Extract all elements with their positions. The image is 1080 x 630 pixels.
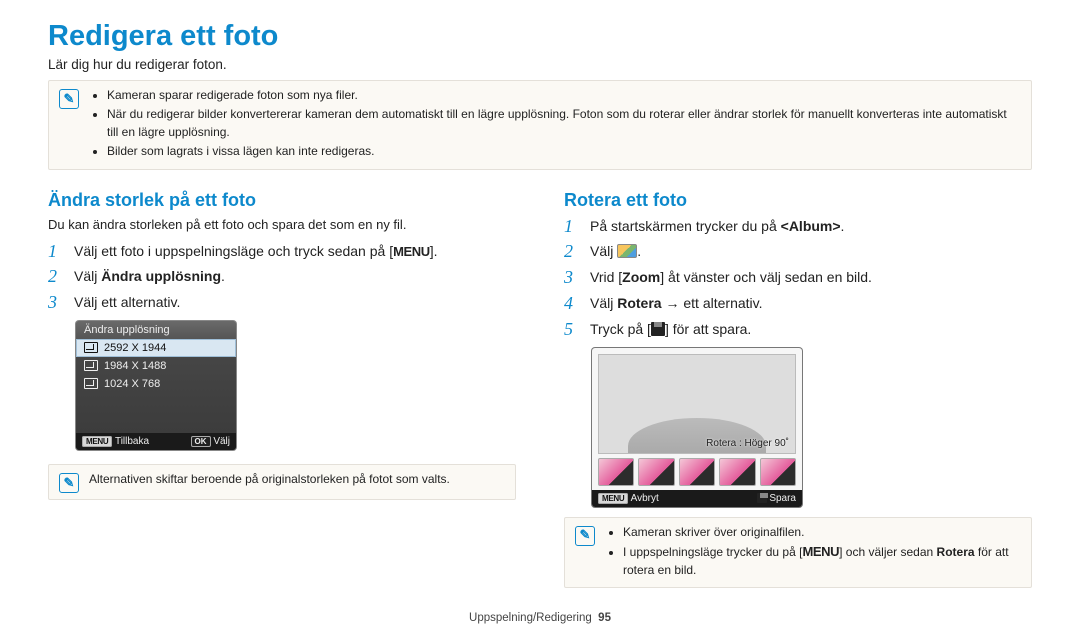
dialog-footer: MENU Avbryt Spara	[592, 490, 802, 507]
rotate-thumbnails	[598, 458, 796, 486]
step-number: 3	[564, 268, 580, 288]
note-icon: ✎	[575, 526, 595, 546]
resize-step-2: Välj Ändra upplösning.	[74, 267, 225, 287]
dialog-footer: MENU Tillbaka OK Välj	[76, 433, 236, 450]
note-icon: ✎	[59, 89, 79, 109]
thumb[interactable]	[679, 458, 715, 486]
page-intro: Lär dig hur du redigerar foton.	[48, 57, 1032, 72]
menu-label: MENU	[802, 544, 839, 559]
rotate-caption: Rotera : Höger 90˚	[706, 438, 789, 449]
resize-sub: Du kan ändra storleken på ett foto och s…	[48, 217, 516, 232]
thumb[interactable]	[719, 458, 755, 486]
resize-step-1: Välj ett foto i uppspelningsläge och try…	[74, 242, 438, 262]
resolution-option[interactable]: 1024 X 768	[76, 375, 236, 393]
thumb[interactable]	[638, 458, 674, 486]
menu-label: MENU	[393, 244, 430, 259]
step-number: 5	[564, 320, 580, 340]
resolution-chip-icon	[84, 378, 98, 389]
rotate-step-4: Välj Rotera → ett alternativ.	[590, 294, 763, 314]
ok-chip-icon: OK	[191, 436, 211, 447]
top-note-item: Kameran sparar redigerade foton som nya …	[107, 87, 1021, 104]
rotate-preview: Rotera : Höger 90˚	[598, 354, 796, 454]
rotate-section: Rotera ett foto 1 På startskärmen trycke…	[564, 190, 1032, 589]
step-number: 2	[48, 267, 64, 287]
save-icon	[757, 493, 767, 503]
resolution-chip-icon	[84, 360, 98, 371]
step-number: 4	[564, 294, 580, 314]
resolution-option[interactable]: 2592 X 1944	[76, 339, 236, 357]
rotate-step-1: På startskärmen trycker du på <Album>.	[590, 217, 844, 237]
note-icon: ✎	[59, 473, 79, 493]
resize-step-3: Välj ett alternativ.	[74, 293, 180, 313]
rotate-step-5: Tryck på [] för att spara.	[590, 320, 751, 340]
resolution-chip-icon	[84, 342, 98, 353]
step-number: 1	[48, 242, 64, 262]
menu-chip-icon: MENU	[82, 436, 112, 447]
top-note-item: Bilder som lagrats i vissa lägen kan int…	[107, 143, 1021, 160]
rotate-note-item: I uppspelningsläge trycker du på [MENU] …	[623, 543, 1021, 579]
rotate-note: ✎ Kameran skriver över originalfilen. I …	[564, 517, 1032, 589]
step-number: 3	[48, 293, 64, 313]
top-note: ✎ Kameran sparar redigerade foton som ny…	[48, 80, 1032, 170]
resolution-option[interactable]: 1984 X 1488	[76, 357, 236, 375]
rotate-heading: Rotera ett foto	[564, 190, 1032, 211]
resize-section: Ändra storlek på ett foto Du kan ändra s…	[48, 190, 516, 589]
resolution-dialog: Ändra upplösning 2592 X 1944 1984 X 1488…	[76, 321, 236, 450]
step-number: 2	[564, 242, 580, 262]
rotate-dialog: Rotera : Höger 90˚ MENU Avbryt Spara	[592, 348, 802, 507]
album-icon	[617, 244, 637, 258]
resize-note: ✎ Alternativen skiftar beroende på origi…	[48, 464, 516, 500]
step-number: 1	[564, 217, 580, 237]
top-note-item: När du redigerar bilder konvertererar ka…	[107, 106, 1021, 141]
thumb[interactable]	[760, 458, 796, 486]
save-icon	[651, 322, 665, 336]
rotate-step-2: Välj .	[590, 242, 641, 262]
rotate-note-item: Kameran skriver över originalfilen.	[623, 524, 1021, 541]
resize-heading: Ändra storlek på ett foto	[48, 190, 516, 211]
thumb[interactable]	[598, 458, 634, 486]
menu-chip-icon: MENU	[598, 493, 628, 504]
page-title: Redigera ett foto	[48, 20, 1032, 53]
rotate-step-3: Vrid [Zoom] åt vänster och välj sedan en…	[590, 268, 872, 288]
page-footer: Uppspelning/Redigering 95	[0, 612, 1080, 624]
dialog-title: Ändra upplösning	[76, 321, 236, 339]
